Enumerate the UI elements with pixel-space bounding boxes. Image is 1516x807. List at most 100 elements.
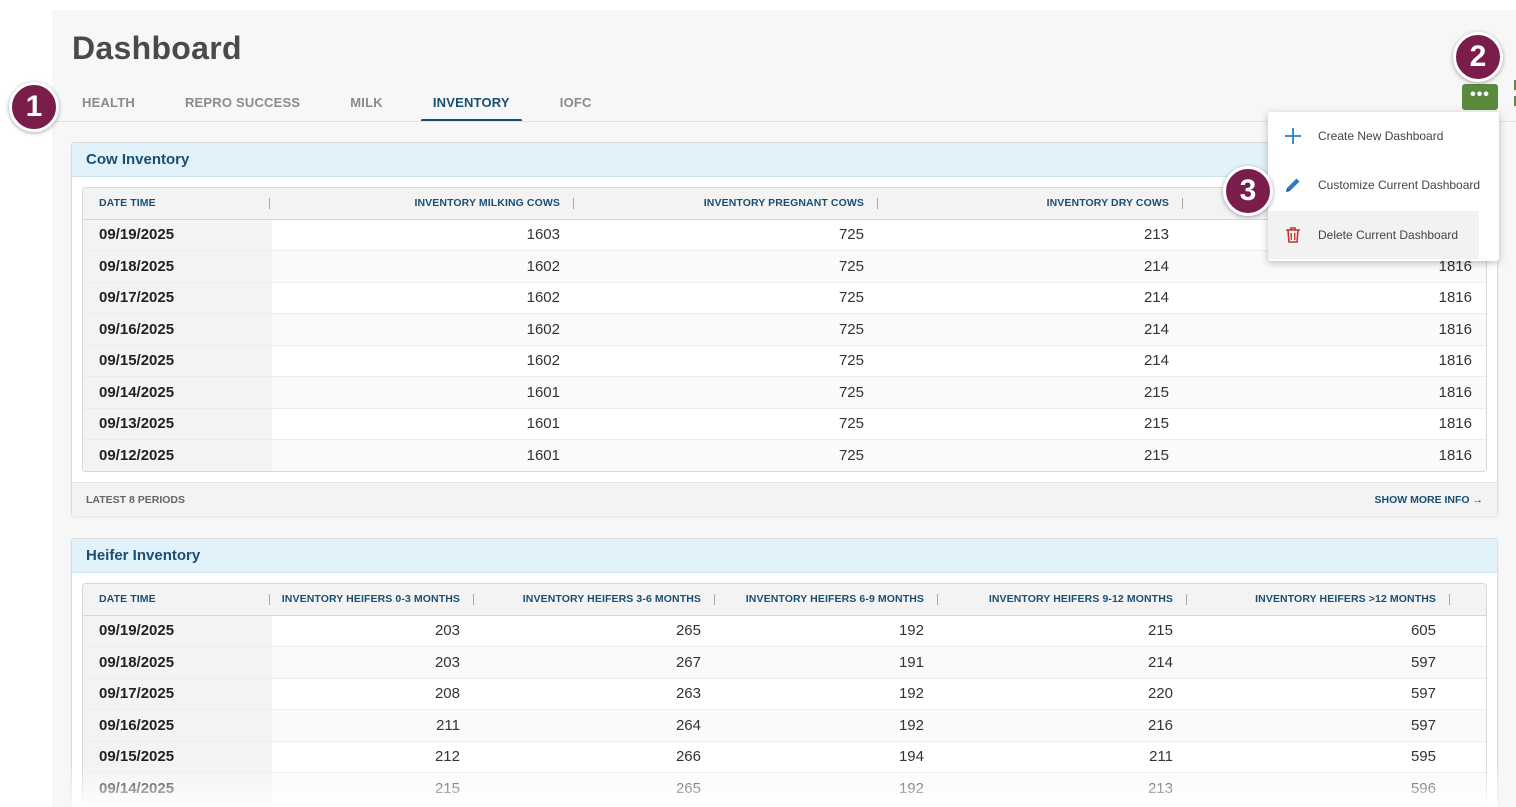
date-cell: 09/16/2025: [83, 709, 272, 742]
menu-item-label: Create New Dashboard: [1318, 129, 1444, 143]
value-cell: 1601: [272, 408, 576, 440]
value-cell: 595: [1189, 741, 1486, 773]
column-header[interactable]: DATE TIME: [83, 188, 272, 220]
value-cell: 203: [272, 646, 476, 679]
date-cell: 09/14/2025: [83, 772, 272, 804]
date-cell: 09/15/2025: [83, 345, 272, 377]
value-cell: 596: [1189, 772, 1486, 804]
periods-label: LATEST 8 PERIODS: [86, 493, 185, 506]
value-cell: 725: [576, 250, 880, 283]
value-cell: 265: [476, 615, 717, 647]
value-cell: 213: [880, 219, 1185, 251]
table-row: 09/17/2025 208 263 192 220 597: [83, 678, 1486, 710]
value-cell: 725: [576, 313, 880, 346]
value-cell: 605: [1189, 615, 1486, 647]
value-cell: 1602: [272, 313, 576, 346]
value-cell: 191: [717, 646, 940, 679]
table-row: 09/16/2025 1602 725 214 1816: [83, 313, 1486, 346]
value-cell: 1601: [272, 376, 576, 409]
value-cell: 1602: [272, 345, 576, 377]
value-cell: 725: [576, 439, 880, 471]
column-header[interactable]: INVENTORY HEIFERS 9-12 MONTHS: [940, 584, 1189, 616]
date-cell: 09/18/2025: [83, 646, 272, 679]
value-cell: 214: [940, 646, 1189, 679]
column-header[interactable]: INVENTORY HEIFERS 0-3 MONTHS: [272, 584, 476, 616]
value-cell: 1602: [272, 282, 576, 314]
date-cell: 09/19/2025: [83, 615, 272, 647]
menu-item-label: Customize Current Dashboard: [1318, 178, 1481, 192]
menu-item-create-dashboard[interactable]: Create New Dashboard: [1268, 112, 1499, 160]
column-header[interactable]: INVENTORY PREGNANT COWS: [576, 188, 880, 220]
step-badge-1: 1: [9, 82, 59, 132]
tab-repro-success[interactable]: REPRO SUCCESS: [173, 88, 312, 122]
dashboard-tabs: HEALTH REPRO SUCCESS MILK INVENTORY IOFC: [70, 88, 604, 122]
menu-item-label: Delete Current Dashboard: [1318, 228, 1459, 242]
date-cell: 09/17/2025: [83, 678, 272, 710]
value-cell: 215: [880, 408, 1185, 440]
plus-icon: [1268, 126, 1318, 146]
menu-item-customize-dashboard[interactable]: Customize Current Dashboard: [1268, 161, 1499, 209]
table-row: 09/16/2025 211 264 192 216 597: [83, 709, 1486, 742]
tab-milk[interactable]: MILK: [338, 88, 395, 122]
tab-inventory[interactable]: INVENTORY: [420, 88, 522, 122]
value-cell: 1603: [272, 219, 576, 251]
tab-health[interactable]: HEALTH: [70, 88, 147, 122]
value-cell: 725: [576, 282, 880, 314]
table-row: 09/12/2025 1601 725 215 1816: [83, 439, 1486, 471]
value-cell: 215: [880, 439, 1185, 471]
table-row: 09/14/2025 215 265 192 213 596: [83, 772, 1486, 804]
value-cell: 192: [717, 772, 940, 804]
value-cell: 192: [717, 615, 940, 647]
value-cell: 208: [272, 678, 476, 710]
heifer-inventory-table-wrap: DATE TIME INVENTORY HEIFERS 0-3 MONTHS I…: [82, 583, 1487, 805]
cow-inventory-footer: LATEST 8 PERIODS SHOW MORE INFO →: [72, 482, 1497, 516]
value-cell: 263: [476, 678, 717, 710]
value-cell: 211: [940, 741, 1189, 773]
page-title: Dashboard: [72, 30, 242, 66]
value-cell: 725: [576, 219, 880, 251]
show-more-info-link[interactable]: SHOW MORE INFO →: [1375, 494, 1484, 506]
date-cell: 09/15/2025: [83, 741, 272, 773]
value-cell: 214: [880, 282, 1185, 314]
date-cell: 09/17/2025: [83, 282, 272, 314]
value-cell: 1816: [1185, 282, 1486, 314]
date-cell: 09/19/2025: [83, 219, 272, 251]
value-cell: 214: [880, 313, 1185, 346]
column-header[interactable]: INVENTORY HEIFERS 6-9 MONTHS: [717, 584, 940, 616]
table-row: 09/15/2025 212 266 194 211 595: [83, 741, 1486, 773]
table-row: 09/18/2025 203 267 191 214 597: [83, 646, 1486, 679]
value-cell: 1816: [1185, 345, 1486, 377]
menu-item-delete-dashboard[interactable]: Delete Current Dashboard: [1268, 211, 1479, 259]
value-cell: 220: [940, 678, 1189, 710]
more-options-button[interactable]: •••: [1462, 84, 1498, 110]
pencil-icon: [1268, 175, 1318, 195]
table-row: 09/13/2025 1601 725 215 1816: [83, 408, 1486, 440]
value-cell: 211: [272, 709, 476, 742]
value-cell: 597: [1189, 678, 1486, 710]
column-header[interactable]: INVENTORY HEIFERS >12 MONTHS: [1189, 584, 1486, 616]
table-row: 09/14/2025 1601 725 215 1816: [83, 376, 1486, 409]
value-cell: 192: [717, 678, 940, 710]
value-cell: 264: [476, 709, 717, 742]
column-header[interactable]: DATE TIME: [83, 584, 272, 616]
value-cell: 597: [1189, 709, 1486, 742]
table-row: 09/19/2025 203 265 192 215 605: [83, 615, 1486, 647]
column-header[interactable]: INVENTORY HEIFERS 3-6 MONTHS: [476, 584, 717, 616]
heifer-inventory-card: Heifer Inventory DATE TIME INVENTORY HEI…: [71, 538, 1498, 807]
tab-iofc[interactable]: IOFC: [548, 88, 604, 122]
value-cell: 1816: [1185, 439, 1486, 471]
value-cell: 725: [576, 345, 880, 377]
dashboard-options-menu: Create New Dashboard Customize Current D…: [1268, 112, 1499, 261]
table-row: 09/15/2025 1602 725 214 1816: [83, 345, 1486, 377]
value-cell: 215: [940, 615, 1189, 647]
value-cell: 725: [576, 376, 880, 409]
date-cell: 09/18/2025: [83, 250, 272, 283]
column-header[interactable]: INVENTORY MILKING COWS: [272, 188, 576, 220]
heifer-inventory-title: Heifer Inventory: [72, 539, 1497, 573]
value-cell: 194: [717, 741, 940, 773]
value-cell: 267: [476, 646, 717, 679]
value-cell: 213: [940, 772, 1189, 804]
value-cell: 1602: [272, 250, 576, 283]
column-header[interactable]: INVENTORY DRY COWS: [880, 188, 1185, 220]
value-cell: 203: [272, 615, 476, 647]
